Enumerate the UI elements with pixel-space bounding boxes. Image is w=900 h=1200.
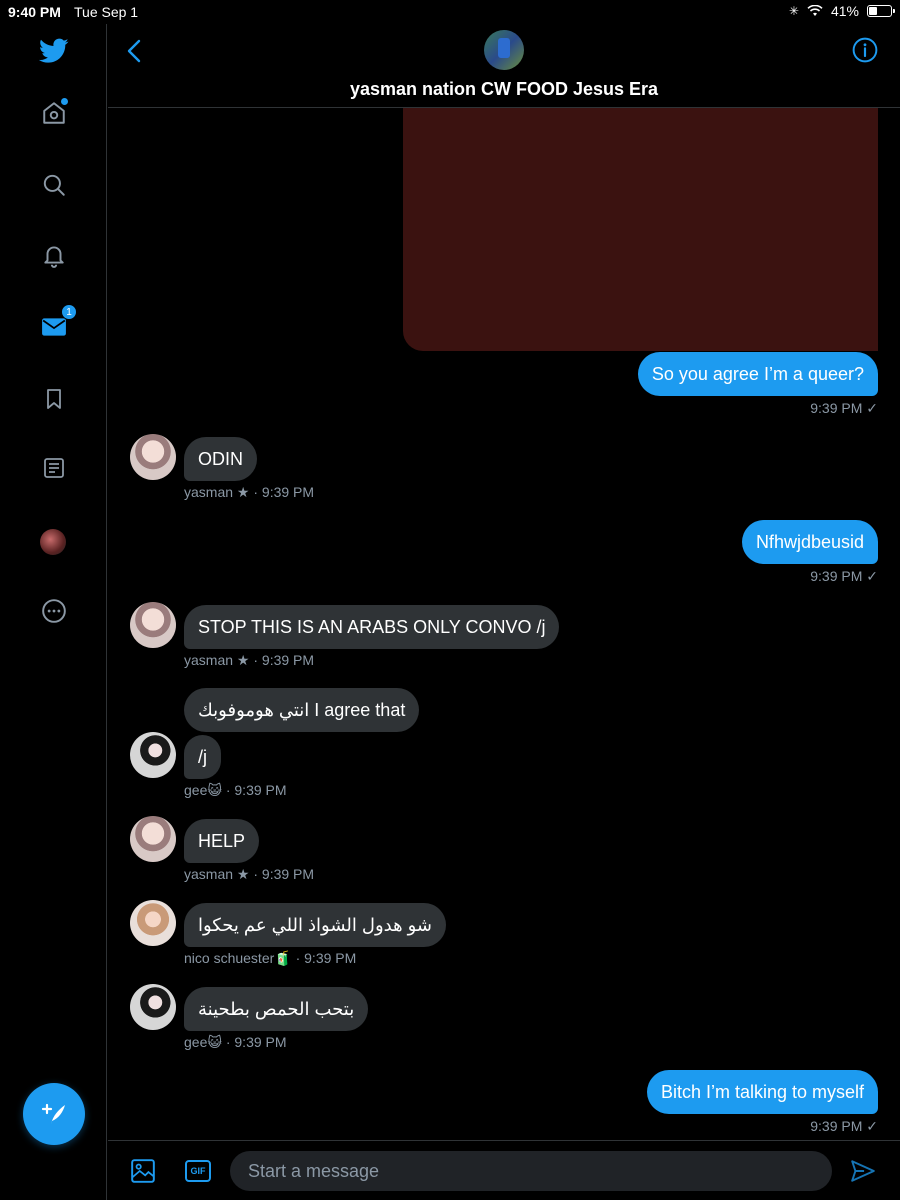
wifi-icon [807,5,823,16]
message-bubble-sent[interactable]: Bitch I’m talking to myself [646,1070,878,1114]
message-bubble-received[interactable]: STOP THIS IS AN ARABS ONLY CONVO /j [184,605,560,649]
message-bubble-sent[interactable]: So you agree I’m a queer? [637,352,878,396]
message-timestamp: 9:39 PM ✓ [810,568,878,584]
compose-tweet-icon [41,1103,65,1124]
home-icon[interactable] [39,98,69,128]
group-avatar[interactable] [484,30,524,70]
message-meta: yasman ★ · 9:39 PM [184,484,315,500]
messages-count-badge: 1 [61,304,77,320]
bookmark-icon[interactable] [39,384,69,414]
avatar[interactable] [130,434,176,480]
bell-icon[interactable] [39,240,69,270]
notification-dot [61,98,68,105]
message-input[interactable] [230,1151,832,1191]
message-meta: nico schuester🧃 · 9:39 PM [184,950,357,966]
avatar[interactable] [130,732,176,778]
sidebar-nav: 1 [0,24,107,1200]
conversation-title[interactable]: yasman nation CW FOOD Jesus Era [108,79,900,100]
status-time: 9:40 PM [8,4,61,20]
avatar[interactable] [130,984,176,1030]
message-bubble-received[interactable]: ODIN [184,437,257,481]
media-attachment[interactable] [403,108,878,351]
message-timestamp: 9:39 PM ✓ [810,400,878,416]
message-bubble-received[interactable]: /j [184,735,221,779]
mail-icon[interactable]: 1 [39,304,77,342]
compose-button[interactable] [23,1083,85,1145]
message-bubble-received[interactable]: شو هدول الشواذ اللي عم يحكوا [184,903,446,947]
battery-percent: 41% [830,3,859,19]
avatar[interactable] [130,816,176,862]
message-bubble-sent[interactable]: Nfhwjdbeusid [741,520,878,564]
message-meta: yasman ★ · 9:39 PM [184,866,315,882]
message-meta: gee😺 · 9:39 PM [184,782,287,798]
loading-icon: ✳ [788,4,799,18]
back-arrow-icon[interactable] [123,38,147,64]
image-icon[interactable] [130,1158,156,1184]
message-bubble-received[interactable]: انتي هوموفوبك I agree that [184,688,420,732]
profile-avatar[interactable] [40,529,66,555]
send-icon[interactable] [850,1159,876,1183]
info-icon[interactable] [852,37,878,63]
message-meta: yasman ★ · 9:39 PM [184,652,315,668]
message-meta: gee😺 · 9:39 PM [184,1034,287,1050]
lists-icon[interactable] [39,453,69,483]
conversation-header: yasman nation CW FOOD Jesus Era [108,24,900,108]
status-date: Tue Sep 1 [74,4,139,20]
message-timestamp: 9:39 PM ✓ [810,1118,878,1134]
gif-button[interactable]: GIF [185,1160,211,1182]
avatar[interactable] [130,602,176,648]
more-icon[interactable] [39,596,69,626]
message-composer: GIF [108,1140,900,1200]
message-bubble-received[interactable]: بتحب الحمص بطحينة [184,987,369,1031]
battery-icon [867,5,895,17]
status-bar: 9:40 PM Tue Sep 1 ✳ 41% [0,0,900,24]
message-bubble-received[interactable]: HELP [184,819,260,863]
avatar[interactable] [130,900,176,946]
search-icon[interactable] [39,170,69,200]
twitter-bird-icon[interactable] [39,36,69,66]
